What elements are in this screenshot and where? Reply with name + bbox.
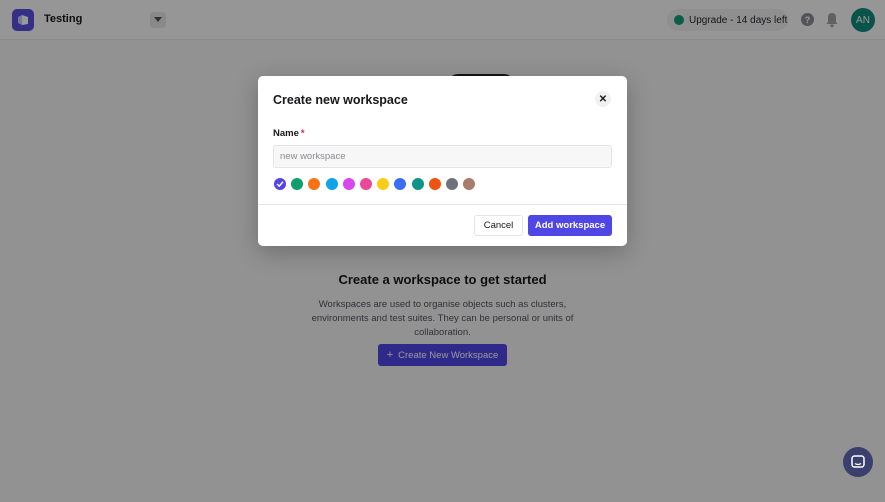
required-mark: * xyxy=(300,128,305,139)
dialog-title: Create new workspace xyxy=(273,93,408,107)
color-swatch[interactable] xyxy=(325,178,338,190)
color-swatch[interactable] xyxy=(274,178,286,190)
color-swatch[interactable] xyxy=(411,178,424,190)
name-label-text: Name xyxy=(273,128,299,139)
color-swatch[interactable] xyxy=(308,178,321,190)
color-swatch[interactable] xyxy=(463,178,476,190)
color-picker xyxy=(274,178,480,190)
workspace-name-input[interactable] xyxy=(273,145,612,168)
add-workspace-button[interactable]: Add workspace xyxy=(528,215,612,236)
chat-icon xyxy=(851,455,865,468)
close-icon: ✕ xyxy=(598,93,608,105)
color-swatch[interactable] xyxy=(342,178,355,190)
dialog-divider xyxy=(258,204,627,205)
color-swatch[interactable] xyxy=(445,178,458,190)
color-swatch[interactable] xyxy=(359,178,372,190)
color-swatch[interactable] xyxy=(428,178,441,190)
close-button[interactable]: ✕ xyxy=(595,91,611,107)
chat-launcher-button[interactable] xyxy=(843,447,873,477)
color-swatch[interactable] xyxy=(291,178,304,190)
name-label: Name * xyxy=(273,128,305,139)
check-icon xyxy=(276,181,284,188)
color-swatch[interactable] xyxy=(394,178,407,190)
color-swatch[interactable] xyxy=(377,178,390,190)
create-workspace-dialog: Create new workspace ✕ Name* Cancel Add … xyxy=(258,76,627,246)
cancel-button[interactable]: Cancel xyxy=(474,215,523,236)
